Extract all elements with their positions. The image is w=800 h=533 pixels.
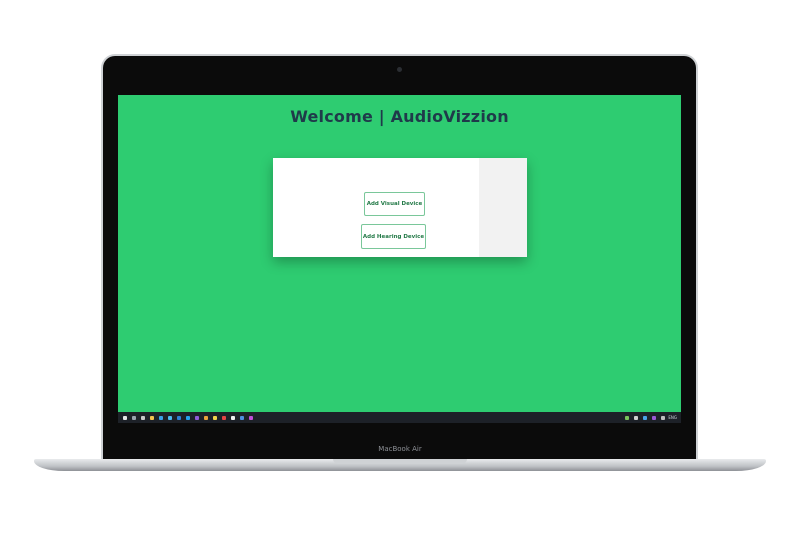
taskbar: ENG — [118, 412, 681, 423]
card-side-panel — [479, 158, 527, 257]
github-icon[interactable] — [231, 415, 235, 420]
add-visual-device-button[interactable]: Add Visual Device — [364, 192, 425, 216]
task-view-icon[interactable] — [141, 415, 145, 420]
camera-icon — [397, 67, 402, 72]
network-icon[interactable] — [625, 415, 630, 420]
notification-icon[interactable] — [661, 415, 666, 420]
store-icon[interactable] — [168, 415, 172, 420]
page-title: Welcome | AudioVizzion — [290, 107, 509, 126]
app-icon[interactable] — [204, 415, 208, 420]
laptop-chin — [118, 423, 681, 460]
vscode-icon[interactable] — [186, 415, 190, 420]
visual-studio-icon[interactable] — [195, 415, 199, 420]
device-card: Add Visual Device Add Hearing Device — [273, 158, 527, 257]
terminal-icon[interactable] — [240, 415, 244, 420]
mail-icon[interactable] — [177, 415, 181, 420]
notes-icon[interactable] — [213, 415, 217, 420]
file-explorer-icon[interactable] — [150, 415, 154, 420]
onedrive-icon[interactable] — [652, 415, 657, 420]
language-indicator[interactable]: ENG — [668, 415, 677, 420]
volume-icon[interactable] — [634, 415, 639, 420]
laptop-notch — [333, 459, 467, 464]
laptop-brand-label: MacBook Air — [378, 445, 422, 453]
app-screen: Welcome | AudioVizzion Add Visual Device… — [118, 95, 681, 423]
media-icon[interactable] — [222, 415, 226, 420]
search-icon[interactable] — [132, 415, 136, 420]
settings-icon[interactable] — [249, 415, 253, 420]
add-hearing-device-button[interactable]: Add Hearing Device — [361, 224, 426, 249]
edge-icon[interactable] — [159, 415, 163, 420]
battery-icon[interactable] — [643, 415, 648, 420]
start-icon[interactable] — [123, 415, 127, 420]
